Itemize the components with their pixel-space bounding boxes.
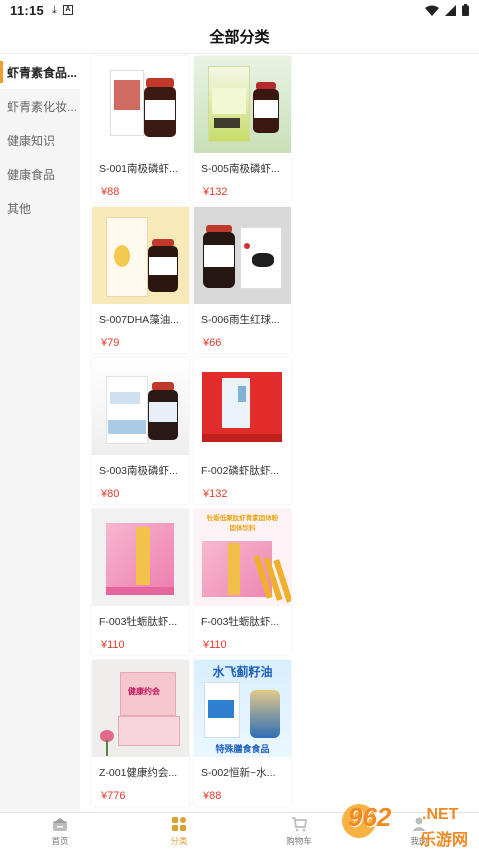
product-banner-text: 牡蛎低聚肽虾青素固体粉 <box>206 515 279 522</box>
product-name: S-007DHA藻油... <box>99 314 179 326</box>
watermark-brand: 962 <box>348 802 392 832</box>
product-price: ¥132 <box>203 488 228 500</box>
product-name: F-003牡蛎肽虾... <box>201 616 280 628</box>
product-price: ¥776 <box>101 790 126 802</box>
status-time: 11:15 <box>10 2 45 18</box>
product-image: 牡蛎低聚肽虾青素固体粉 固体饮料 <box>194 509 291 606</box>
nav-cart-label: 购物车 <box>286 836 312 846</box>
cart-icon <box>292 817 307 832</box>
product-card[interactable]: 健康约会 Z-001健康约会... ¥776 <box>92 660 189 806</box>
product-image <box>92 509 189 606</box>
product-price: ¥88 <box>203 790 222 802</box>
sidebar-item-astaxanthin-cosmetics[interactable]: 虾青素化妆... <box>0 89 80 123</box>
sidebar-item-label: 虾青素化妆... <box>7 99 78 114</box>
sidebar-item-label: 虾青素食品... <box>7 65 78 80</box>
page-title: 全部分类 <box>209 29 270 46</box>
watermark-tld: .NET <box>422 806 459 823</box>
product-name: F-002磷虾肽虾... <box>201 465 280 477</box>
nav-category[interactable]: 分类 <box>149 816 209 847</box>
product-image <box>194 56 291 153</box>
sidebar-item-health-knowledge[interactable]: 健康知识 <box>0 123 80 157</box>
page-header: 全部分类 <box>0 20 479 54</box>
sidebar-item-label: 健康食品 <box>7 167 56 182</box>
product-name: S-002恒新~水... <box>201 767 276 779</box>
product-price: ¥110 <box>203 639 227 651</box>
nav-home[interactable]: 首页 <box>30 816 90 847</box>
product-name: S-006雨生红球... <box>201 314 280 326</box>
home-icon <box>53 818 67 831</box>
product-image <box>92 56 189 153</box>
product-price: ¥88 <box>101 186 120 198</box>
signal-icon <box>445 4 456 16</box>
category-sidebar: 虾青素食品... 虾青素化妆... 健康知识 健康食品 其他 <box>0 55 80 812</box>
product-card[interactable]: 牡蛎低聚肽虾青素固体粉 固体饮料 F-003牡蛎肽虾... ¥110 <box>194 509 291 655</box>
product-name: Z-001健康约会... <box>99 767 178 779</box>
status-bar: 11:15 ⤓ A <box>0 0 479 20</box>
product-card[interactable]: S-005南极磷虾... ¥132 <box>194 56 291 202</box>
sidebar-item-label: 其他 <box>7 201 32 216</box>
product-image: 水飞蓟籽油 特殊膳食食品 <box>194 660 291 757</box>
product-card[interactable]: S-007DHA藻油... ¥79 <box>92 207 189 353</box>
category-icon <box>172 817 186 831</box>
product-box-text: 健康约会 <box>128 687 160 696</box>
product-card[interactable]: F-003牡蛎肽虾... ¥110 <box>92 509 189 655</box>
sidebar-item-label: 健康知识 <box>7 133 56 148</box>
product-image <box>194 207 291 304</box>
sidebar-item-astaxanthin-food[interactable]: 虾青素食品... <box>0 55 80 89</box>
sidebar-item-other[interactable]: 其他 <box>0 191 80 225</box>
product-card[interactable]: F-002磷虾肽虾... ¥132 <box>194 358 291 504</box>
download-icon: ⤓ <box>52 3 57 16</box>
product-image <box>92 358 189 455</box>
a-notification-icon: A <box>62 5 73 15</box>
nav-category-label: 分类 <box>170 836 188 846</box>
nav-cart[interactable]: 购物车 <box>269 816 329 847</box>
product-card[interactable]: S-003南极磷虾... ¥80 <box>92 358 189 504</box>
product-price: ¥110 <box>101 639 125 651</box>
product-price: ¥80 <box>101 488 120 500</box>
product-name: S-005南极磷虾... <box>201 163 280 175</box>
product-card[interactable]: S-001南极磷虾... ¥88 <box>92 56 189 202</box>
sidebar-item-health-food[interactable]: 健康食品 <box>0 157 80 191</box>
product-banner-text: 固体饮料 <box>229 525 256 532</box>
battery-icon <box>462 4 469 16</box>
nav-home-label: 首页 <box>51 836 69 846</box>
product-banner-text: 特殊膳食食品 <box>215 744 270 754</box>
product-card[interactable]: 水飞蓟籽油 特殊膳食食品 S-002恒新~水... ¥88 <box>194 660 291 806</box>
product-price: ¥132 <box>203 186 228 198</box>
product-price: ¥79 <box>101 337 120 349</box>
product-image <box>194 358 291 455</box>
product-card[interactable]: S-006雨生红球... ¥66 <box>194 207 291 353</box>
product-name: S-001南极磷虾... <box>99 163 178 175</box>
product-image: 健康约会 <box>92 660 189 757</box>
watermark-cn: 乐游网 <box>420 832 469 849</box>
product-name: S-003南极磷虾... <box>99 465 178 477</box>
product-price: ¥66 <box>203 337 222 349</box>
site-watermark: 962 .NET 乐游网 <box>340 802 476 849</box>
product-banner-text: 水飞蓟籽油 <box>212 665 273 679</box>
wifi-icon <box>425 5 439 16</box>
product-name: F-003牡蛎肽虾... <box>99 616 178 628</box>
product-image <box>92 207 189 304</box>
